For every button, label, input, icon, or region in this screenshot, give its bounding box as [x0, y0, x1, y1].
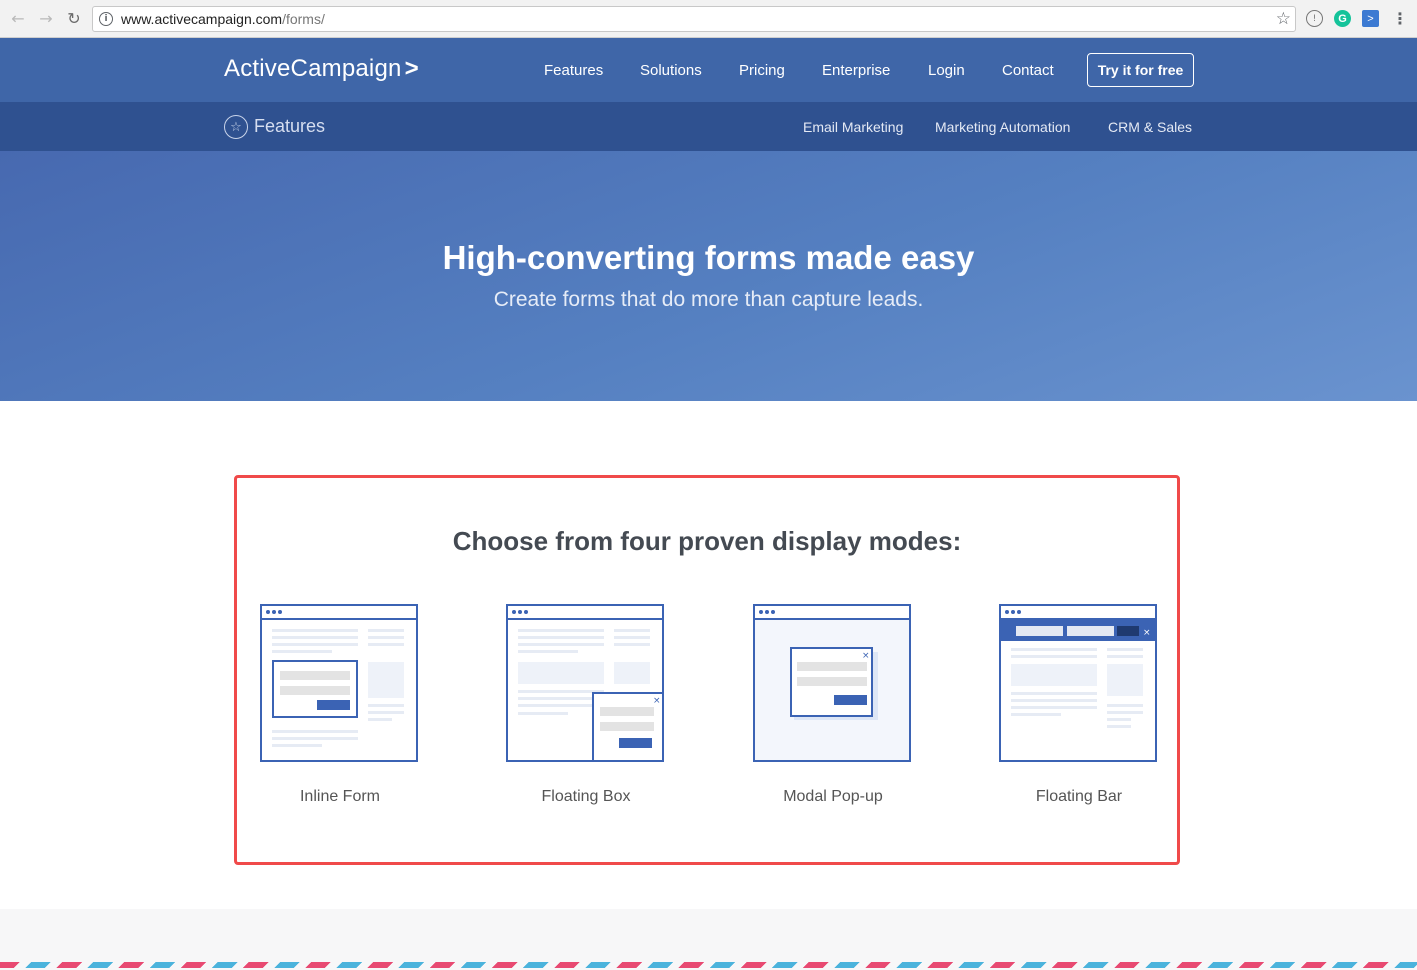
activecampaign-logo[interactable]: ActiveCampaign >	[224, 55, 419, 83]
logo-chevron-icon: >	[404, 55, 419, 82]
bookmark-star-icon[interactable]: ☆	[1276, 9, 1291, 29]
mode-label-modal-popup: Modal Pop-up	[783, 788, 883, 805]
display-modes-title: Choose from four proven display modes:	[452, 526, 962, 556]
subnav-marketing-automation[interactable]: Marketing Automation	[935, 119, 1070, 135]
info-icon[interactable]: i	[99, 12, 113, 26]
airmail-stripe-divider	[0, 962, 1417, 968]
mode-floating-bar[interactable]: × Floating Bar	[999, 604, 1159, 806]
browser-menu-icon[interactable]: ⋮	[1392, 9, 1408, 29]
mode-modal-popup[interactable]: × Modal Pop-up	[753, 604, 913, 806]
address-bar[interactable]: i www.activecampaign.com/forms/ ☆	[92, 6, 1296, 32]
back-arrow-icon[interactable]: ←	[8, 8, 28, 28]
modal-popup-illustration: ×	[753, 604, 911, 762]
display-modes-section: Choose from four proven display modes: I…	[234, 475, 1180, 865]
floating-bar-illustration: ×	[999, 604, 1157, 762]
address-url: www.activecampaign.com/forms/	[121, 11, 325, 27]
url-host: www.activecampaign.com	[121, 11, 283, 27]
forward-arrow-icon[interactable]: →	[36, 8, 56, 28]
svg-text:×: ×	[1143, 628, 1151, 638]
logo-text: ActiveCampaign	[224, 55, 402, 82]
mode-label-floating-bar: Floating Bar	[1035, 788, 1123, 805]
features-section-label[interactable]: Features	[254, 116, 325, 137]
svg-text:×: ×	[653, 696, 661, 706]
site-header: ActiveCampaign > Features Solutions Prici…	[0, 38, 1417, 102]
features-subnav: ☆ Features Email Marketing Marketing Aut…	[0, 102, 1417, 151]
browser-toolbar: ← → ↻ i www.activecampaign.com/forms/ ☆ …	[0, 0, 1417, 38]
star-circle-icon: ☆	[224, 115, 248, 139]
hero-banner: High-converting forms made easy Create f…	[0, 151, 1417, 401]
activecampaign-extension-icon[interactable]: >	[1362, 10, 1379, 27]
floating-box-illustration: ×	[506, 604, 664, 762]
mode-label-inline-form: Inline Form	[299, 788, 381, 805]
try-it-free-button[interactable]: Try it for free	[1087, 53, 1194, 87]
url-path: /forms/	[282, 11, 325, 27]
inline-form-illustration	[260, 604, 418, 762]
hero-subtitle: Create forms that do more than capture l…	[493, 288, 924, 311]
footer-section-bg	[0, 909, 1417, 970]
hero-title: High-converting forms made easy	[442, 239, 975, 276]
reload-icon[interactable]: ↻	[64, 8, 84, 28]
grammarly-extension-icon[interactable]: G	[1334, 10, 1351, 27]
nav-features[interactable]: Features	[544, 62, 603, 79]
mode-inline-form[interactable]: Inline Form	[260, 604, 420, 806]
extension-info-icon[interactable]: !	[1306, 10, 1323, 27]
nav-contact[interactable]: Contact	[1002, 62, 1054, 79]
nav-pricing[interactable]: Pricing	[739, 62, 785, 79]
mode-floating-box[interactable]: × Floating Box	[506, 604, 666, 806]
nav-login[interactable]: Login	[928, 62, 965, 79]
mode-label-floating-box: Floating Box	[541, 788, 631, 805]
subnav-crm-sales[interactable]: CRM & Sales	[1108, 119, 1192, 135]
subnav-email-marketing[interactable]: Email Marketing	[803, 119, 903, 135]
nav-solutions[interactable]: Solutions	[640, 62, 702, 79]
svg-text:×: ×	[862, 651, 870, 661]
nav-enterprise[interactable]: Enterprise	[822, 62, 890, 79]
